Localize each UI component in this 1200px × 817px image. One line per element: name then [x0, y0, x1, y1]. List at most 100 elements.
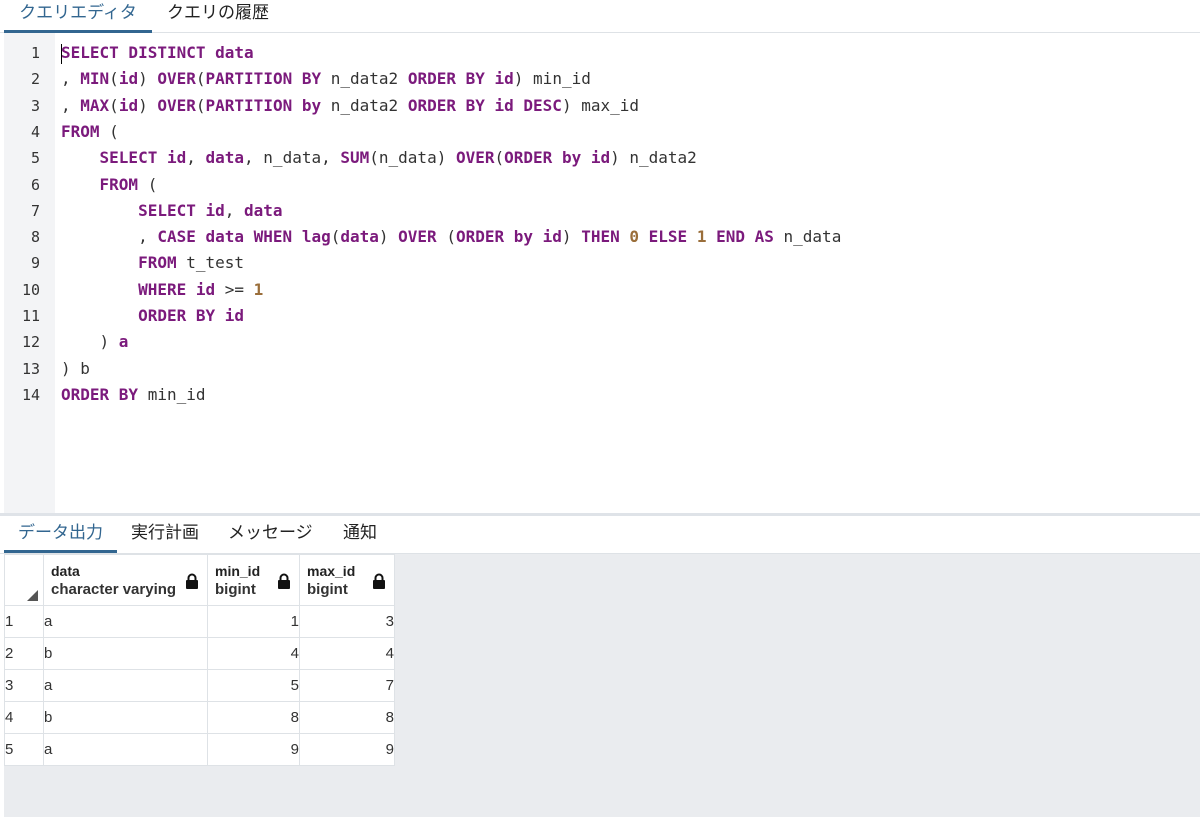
cell-data[interactable]: b — [43, 701, 208, 734]
cell-data[interactable]: b — [43, 637, 208, 670]
column-header-max-id[interactable]: max_id bigint — [299, 554, 395, 606]
row-number[interactable]: 1 — [4, 605, 44, 638]
code-token: FROM — [61, 121, 100, 141]
table-row[interactable]: 2 b 4 4 — [4, 637, 395, 670]
cell-data[interactable]: a — [43, 669, 208, 702]
cell-min-id[interactable]: 5 — [207, 669, 300, 702]
code-line[interactable]: SELECT id, data, n_data, SUM(n_data) OVE… — [61, 145, 697, 171]
code-line[interactable]: , MAX(id) OVER(PARTITION by n_data2 ORDE… — [61, 93, 639, 119]
code-token: ( — [330, 227, 341, 247]
code-line[interactable]: ORDER BY id — [61, 303, 244, 329]
cell-max-id[interactable]: 9 — [299, 733, 395, 766]
line-number: 3 — [30, 96, 40, 115]
line-number: 4 — [30, 122, 40, 141]
line-number: 9 — [30, 254, 40, 273]
top-tab-bar: クエリエディタ クエリの履歴 — [0, 0, 1200, 33]
code-token: t_test — [176, 253, 245, 273]
code-token: , — [224, 200, 245, 220]
code-token: SELECT DISTINCT data — [61, 43, 254, 62]
grid-header-row: data character varying min_id bigint max… — [4, 554, 395, 606]
code-line[interactable]: SELECT DISTINCT data — [61, 40, 254, 66]
cell-min-id[interactable]: 1 — [207, 605, 300, 638]
code-line[interactable]: , MIN(id) OVER(PARTITION BY n_data2 ORDE… — [61, 66, 591, 92]
code-line[interactable]: , CASE data WHEN lag(data) OVER (ORDER b… — [61, 224, 841, 250]
code-token: ) — [378, 227, 399, 247]
code-token: MIN — [80, 69, 110, 89]
code-token: min_id — [138, 384, 206, 404]
code-token: data — [244, 200, 283, 220]
line-number: 2 — [30, 70, 40, 89]
code-token: a — [118, 332, 129, 352]
row-number[interactable]: 3 — [4, 669, 44, 702]
code-token: ELSE — [648, 227, 688, 247]
code-line[interactable]: FROM ( — [61, 119, 119, 145]
cell-min-id[interactable]: 9 — [207, 733, 300, 766]
code-token: MAX — [80, 95, 110, 115]
code-line[interactable]: SELECT id, data — [61, 198, 283, 224]
line-number: 13 — [21, 359, 40, 378]
code-line[interactable]: WHERE id >= 1 — [61, 277, 263, 303]
tab-data-output[interactable]: データ出力 — [4, 520, 117, 553]
code-token: ) min_id — [513, 69, 591, 89]
code-token: 1 — [696, 227, 707, 247]
column-header-data[interactable]: data character varying — [43, 554, 208, 606]
column-header-min-id[interactable]: min_id bigint — [207, 554, 300, 606]
code-token: PARTITION by — [205, 95, 322, 115]
table-row[interactable]: 5 a 9 9 — [4, 733, 395, 766]
table-row[interactable]: 3 a 5 7 — [4, 669, 395, 702]
code-token: END AS — [716, 227, 774, 247]
table-row[interactable]: 4 b 8 8 — [4, 701, 395, 734]
corner-triangle-icon — [27, 590, 38, 601]
cell-data[interactable]: a — [43, 605, 208, 638]
code-token: OVER — [157, 69, 196, 89]
row-number[interactable]: 4 — [4, 701, 44, 734]
tab-explain[interactable]: 実行計画 — [131, 520, 199, 550]
row-number[interactable]: 2 — [4, 637, 44, 670]
code-token: ( — [109, 69, 119, 89]
cell-max-id[interactable]: 4 — [299, 637, 395, 670]
table-row[interactable]: 1 a 1 3 — [4, 605, 395, 638]
code-token: ) b — [61, 358, 90, 378]
code-token: ( — [436, 227, 456, 247]
cell-max-id[interactable]: 3 — [299, 605, 395, 638]
code-token: ORDER by id — [504, 148, 611, 168]
code-token: WHERE id — [138, 279, 216, 299]
tab-query-history[interactable]: クエリの履歴 — [167, 0, 269, 30]
line-number: 10 — [21, 280, 40, 299]
code-line[interactable]: ORDER BY min_id — [61, 382, 206, 408]
line-number: 6 — [30, 175, 40, 194]
query-editor[interactable]: 1 2 3 4 5 6 7 8 9 10 11 12 13 14 SELECT DISTINCT data… — [0, 33, 1200, 513]
code-line[interactable]: ) a — [61, 329, 129, 355]
line-number: 8 — [30, 228, 40, 247]
cell-max-id[interactable]: 7 — [299, 669, 395, 702]
code-token: ( — [138, 174, 158, 194]
tab-notifications[interactable]: 通知 — [343, 520, 377, 550]
code-line[interactable]: FROM ( — [61, 172, 158, 198]
code-line[interactable]: FROM t_test — [61, 250, 244, 276]
column-type: character varying — [51, 581, 177, 598]
select-all-corner[interactable] — [4, 554, 44, 606]
code-token: OVER — [455, 148, 495, 168]
code-token: 0 — [629, 227, 639, 247]
cell-min-id[interactable]: 8 — [207, 701, 300, 734]
line-number-gutter: 1 2 3 4 5 6 7 8 9 10 11 12 13 14 — [4, 33, 55, 513]
code-token: >= — [215, 279, 254, 299]
code-token: ) — [138, 95, 158, 115]
code-token: , — [61, 95, 81, 115]
row-number[interactable]: 5 — [4, 733, 44, 766]
code-line[interactable]: ) b — [61, 356, 90, 382]
cell-min-id[interactable]: 4 — [207, 637, 300, 670]
cell-data[interactable]: a — [43, 733, 208, 766]
code-token: ORDER BY id DESC — [407, 95, 562, 115]
code-token: OVER — [398, 227, 437, 247]
line-number: 5 — [30, 149, 40, 168]
code-token: n_data2 — [321, 69, 408, 89]
code-token: ( — [195, 69, 206, 89]
tab-messages[interactable]: メッセージ — [228, 520, 313, 550]
result-tab-bar: データ出力 実行計画 メッセージ 通知 — [0, 516, 1200, 554]
tab-query-editor[interactable]: クエリエディタ — [4, 0, 152, 33]
cell-max-id[interactable]: 8 — [299, 701, 395, 734]
